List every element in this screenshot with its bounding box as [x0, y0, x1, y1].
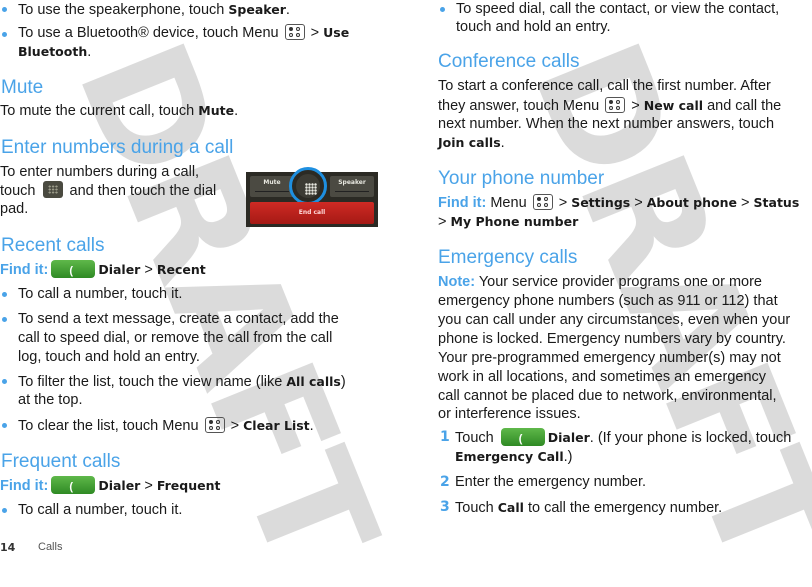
bullet-icon — [2, 7, 7, 12]
emergency-note: Note: Your service provider programs one… — [438, 274, 762, 290]
conference-text: To start a conference call, call the fir… — [438, 78, 771, 94]
emergency-note-l6: work in all locations, and sometimes an … — [438, 369, 767, 385]
heading-recent-calls: Recent calls — [1, 235, 105, 256]
recent-bullet-2: To send a text message, create a contact… — [18, 311, 339, 327]
emergency-note-l7: call cannot be placed due to network, en… — [438, 388, 777, 404]
emergency-step-2: Enter the emergency number. — [455, 474, 647, 490]
bluetooth-bullet: To use a Bluetooth® device, touch Menu >… — [18, 24, 350, 41]
emergency-step-1: Touch (Dialer. (If your phone is locked,… — [455, 428, 792, 446]
mute-text: To mute the current call, touch Mute. — [0, 103, 239, 119]
recent-bullet-2-l3: log, touch and hold an entry. — [18, 349, 200, 365]
bullet-icon — [440, 7, 445, 12]
emergency-step-1-l2: Emergency Call.) — [455, 449, 573, 465]
section-name: Calls — [38, 541, 63, 553]
in-call-screenshot: Mute Speaker End call — [246, 167, 378, 227]
emergency-note-l2: emergency phone numbers (such as 911 or … — [438, 293, 778, 309]
recent-find-it: Find it:(Dialer > Recent — [0, 260, 206, 278]
dialer-icon: ( — [51, 476, 96, 494]
dialer-icon: ( — [500, 428, 545, 446]
speed-dial-bullet-l2: touch and hold an entry. — [456, 19, 611, 35]
menu-key-icon — [204, 417, 225, 433]
dialpad-grid-icon — [305, 183, 317, 195]
recent-bullet-1: To call a number, touch it. — [18, 286, 183, 302]
conference-text-3: next number. When the next number answer… — [438, 116, 775, 132]
bullet-icon — [2, 508, 7, 513]
step-number: 1 — [440, 429, 450, 445]
bullet-icon — [2, 379, 7, 384]
bluetooth-bullet-cont: Bluetooth. — [18, 44, 92, 60]
emergency-note-l4: phone is locked. Emergency numbers vary … — [438, 331, 786, 347]
heading-frequent-calls: Frequent calls — [1, 451, 121, 472]
dialpad-highlight[interactable] — [289, 167, 327, 205]
phone-number-find-it: Find it: Menu > Settings > About phone >… — [438, 194, 800, 211]
bullet-icon — [2, 32, 7, 37]
menu-key-icon — [532, 194, 553, 210]
emergency-note-l3: you can call under any circumstances, ev… — [438, 312, 791, 328]
enter-numbers-text-3: pad. — [0, 201, 29, 217]
emergency-note-l8: or interference issues. — [438, 406, 581, 422]
recent-bullet-4: To clear the list, touch Menu > Clear Li… — [18, 417, 314, 434]
speaker-button[interactable]: Speaker — [330, 176, 374, 197]
enter-numbers-text: To enter numbers during a call, — [0, 164, 200, 180]
phone-number-find-it-l2: > My Phone number — [438, 214, 579, 230]
heading-emergency-calls: Emergency calls — [438, 247, 578, 268]
heading-your-phone-number: Your phone number — [438, 168, 605, 189]
speaker-bullet: To use the speakerphone, touch Speaker. — [18, 2, 290, 18]
bullet-icon — [2, 423, 7, 428]
heading-enter-numbers: Enter numbers during a call — [1, 137, 234, 158]
end-call-button[interactable]: End call — [250, 202, 374, 224]
dialpad-icon — [42, 181, 63, 198]
mute-button[interactable]: Mute — [250, 176, 294, 197]
recent-bullet-3-l2: at the top. — [18, 392, 83, 408]
recent-bullet-2-l2: call to speed dial, or remove the call f… — [18, 330, 333, 346]
page-number: 14 — [0, 541, 16, 554]
menu-key-icon — [284, 24, 305, 40]
conference-text-4: Join calls. — [438, 135, 505, 151]
frequent-bullet: To call a number, touch it. — [18, 502, 183, 518]
heading-conference-calls: Conference calls — [438, 51, 580, 72]
bullet-icon — [2, 292, 7, 297]
emergency-note-l5: Your pre-programmed emergency number(s) … — [438, 350, 781, 366]
speed-dial-bullet: To speed dial, call the contact, or view… — [456, 1, 780, 17]
dialer-icon: ( — [51, 260, 96, 278]
recent-bullet-3: To filter the list, touch the view name … — [18, 374, 346, 390]
step-number: 2 — [440, 474, 450, 490]
heading-mute: Mute — [1, 77, 44, 98]
emergency-step-3: Touch Call to call the emergency number. — [455, 500, 723, 516]
conference-text-2: they answer, touch Menu > New call and c… — [438, 97, 782, 114]
enter-numbers-text-2: touch and then touch the dial — [0, 181, 217, 199]
bullet-icon — [2, 317, 7, 322]
menu-key-icon — [605, 97, 626, 113]
step-number: 3 — [440, 499, 450, 515]
frequent-find-it: Find it:(Dialer > Frequent — [0, 476, 221, 494]
